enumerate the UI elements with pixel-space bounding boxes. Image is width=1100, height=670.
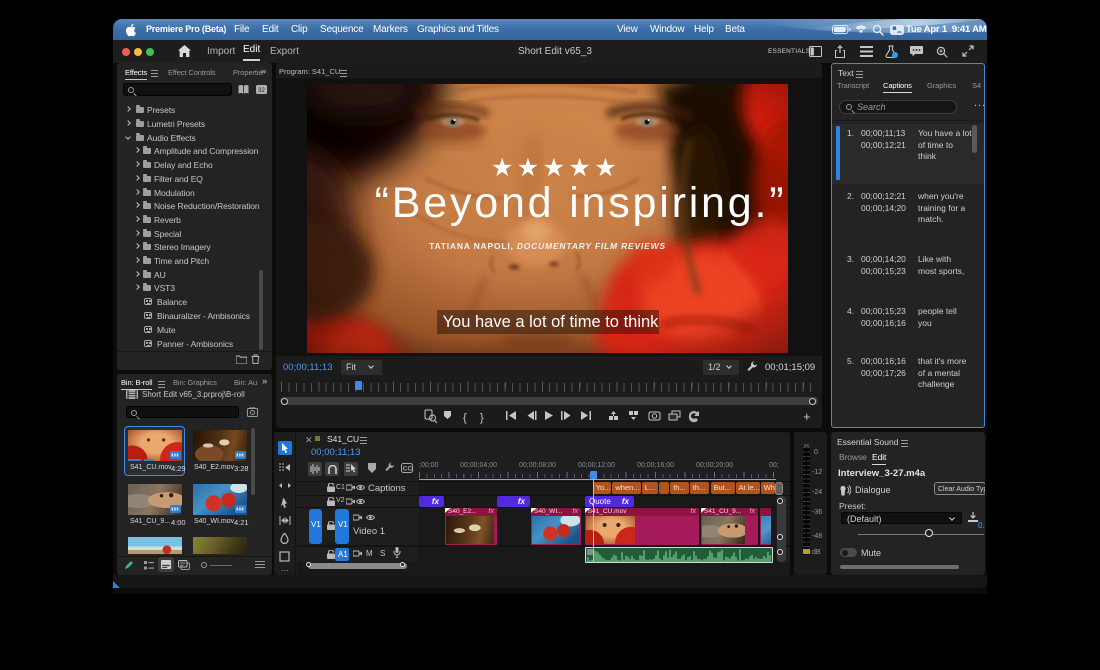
svg-text:{: {	[463, 412, 467, 424]
svg-text:CC: CC	[403, 466, 413, 473]
svg-text:}: }	[480, 412, 484, 424]
svg-text:32: 32	[258, 88, 265, 94]
